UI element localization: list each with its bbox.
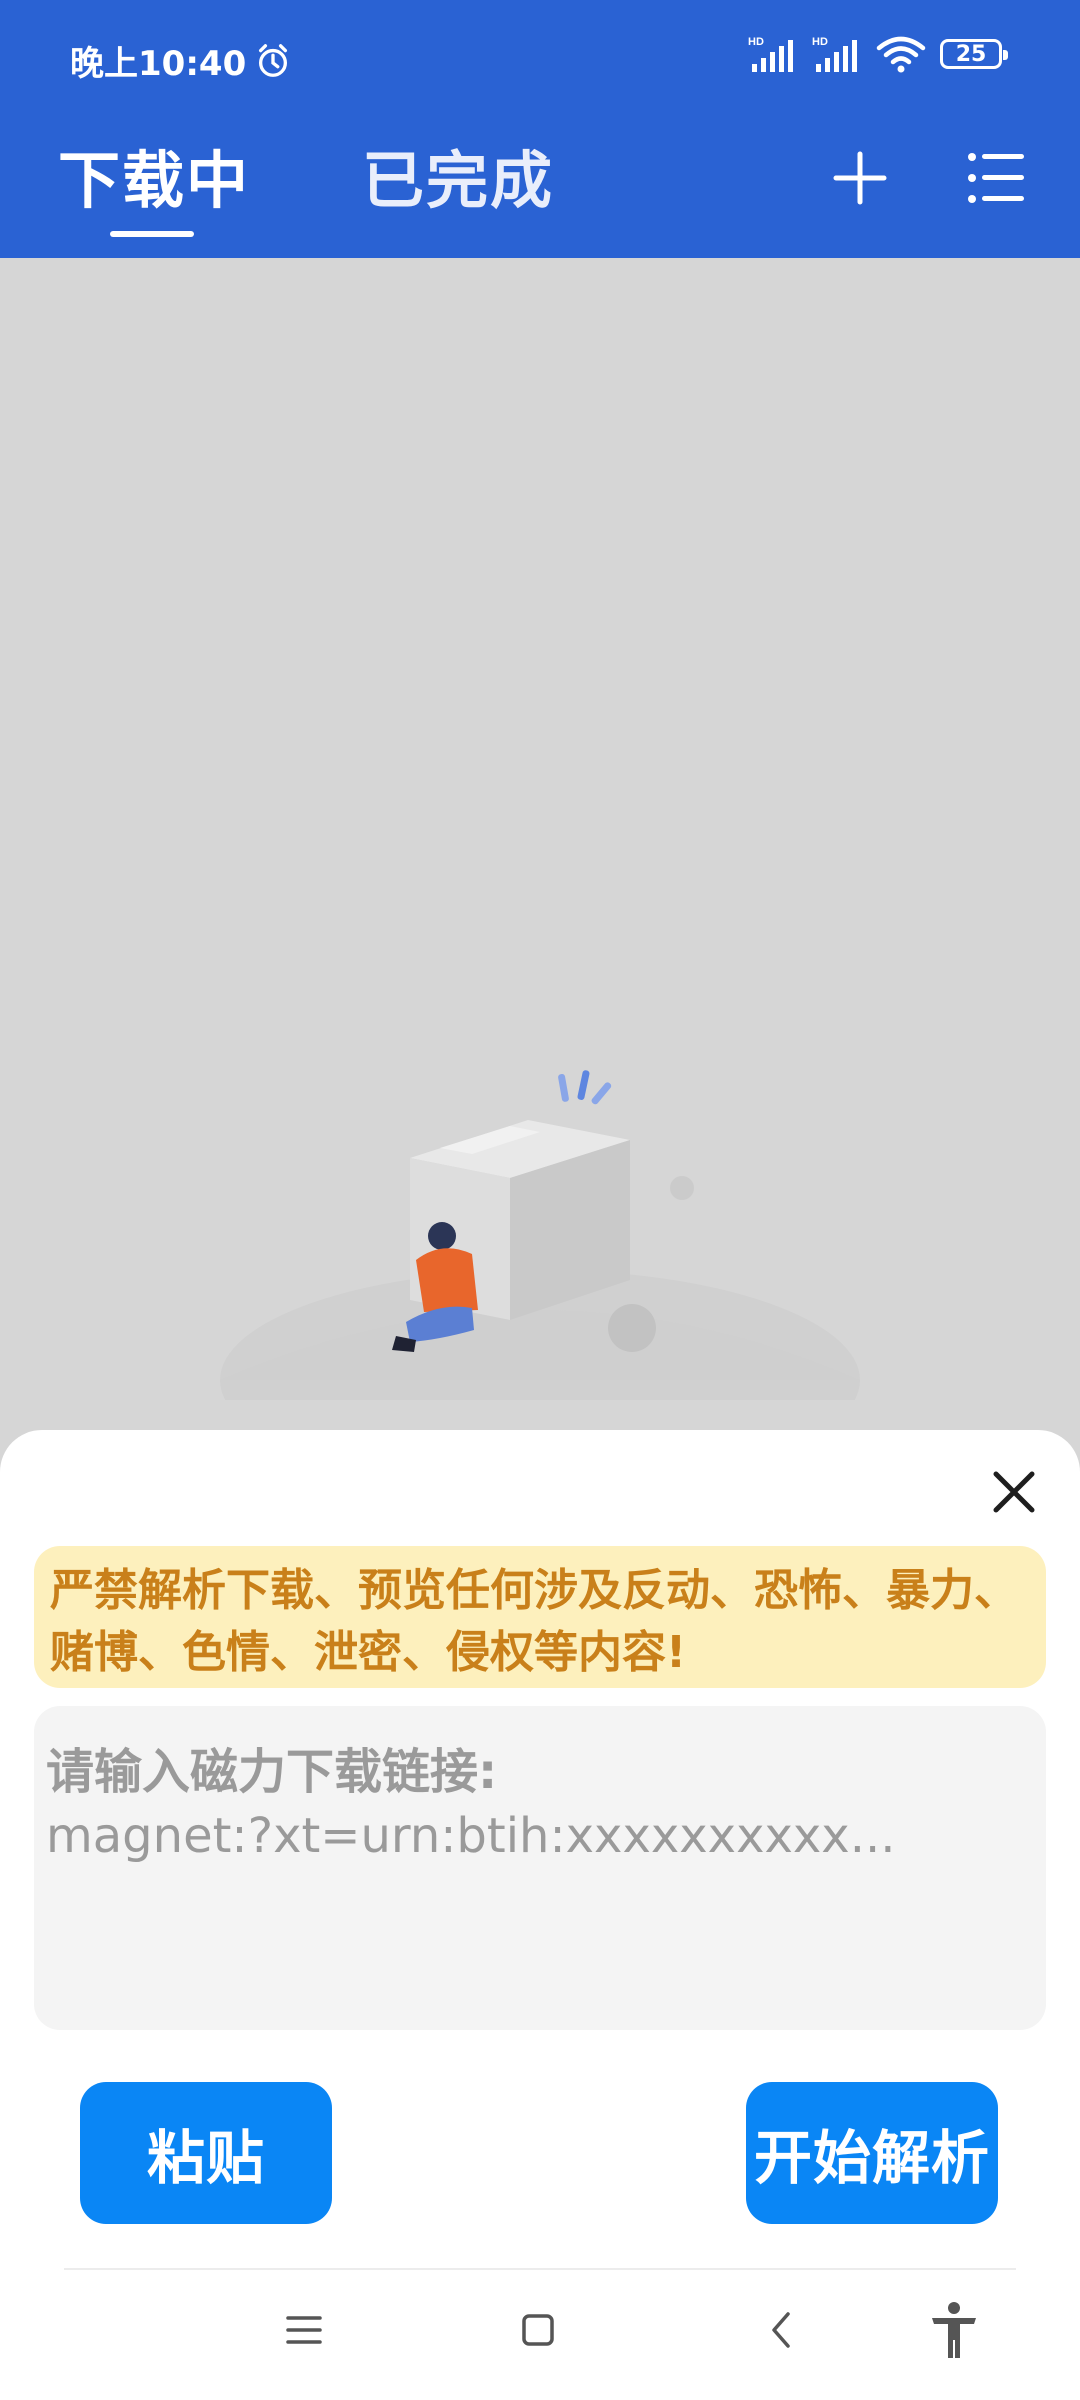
nav-menu-icon[interactable] [274, 2300, 334, 2360]
tab-completed[interactable]: 已完成 [362, 130, 554, 220]
nav-back-icon[interactable] [752, 2300, 812, 2360]
status-bar: 晚上10:40 HD HD 25 [0, 0, 1080, 118]
magnet-link-input[interactable]: 请输入磁力下载链接: magnet:?xt=urn:btih:xxxxxxxxx… [34, 1706, 1046, 2030]
tab-downloading[interactable]: 下载中 [58, 130, 250, 220]
start-parse-button[interactable]: 开始解析 [746, 2082, 998, 2224]
top-app-bar: 晚上10:40 HD HD 25 下载中 已完成 [0, 0, 1080, 258]
alarm-icon [259, 43, 288, 77]
input-placeholder-line1: 请输入磁力下载链接: [46, 1744, 498, 1800]
svg-text:HD: HD [812, 36, 828, 48]
active-tab-indicator [110, 231, 194, 237]
signal-icon: HD [748, 36, 793, 72]
battery-icon: 25 [940, 39, 1008, 69]
battery-level: 25 [955, 41, 987, 67]
close-icon[interactable] [984, 1462, 1044, 1522]
nav-divider [64, 2268, 1016, 2270]
empty-state-illustration [220, 1070, 860, 1400]
wifi-icon [876, 36, 926, 73]
signal-icon-2: HD [812, 36, 857, 72]
add-icon[interactable] [830, 148, 890, 208]
accessibility-icon[interactable] [924, 2300, 984, 2360]
paste-button[interactable]: 粘贴 [80, 2082, 332, 2224]
input-placeholder-line2: magnet:?xt=urn:btih:xxxxxxxxxx... [46, 1808, 896, 1864]
status-time: 晚上10:40 [70, 44, 247, 84]
status-time-group: 晚上10:40 [70, 36, 292, 85]
warning-text: 严禁解析下载、预览任何涉及反动、恐怖、暴力、赌博、色情、泄密、侵权等内容! [50, 1565, 1018, 1678]
warning-banner: 严禁解析下载、预览任何涉及反动、恐怖、暴力、赌博、色情、泄密、侵权等内容! [34, 1546, 1046, 1688]
svg-text:HD: HD [748, 36, 764, 48]
nav-home-icon[interactable] [508, 2300, 568, 2360]
menu-icon[interactable] [966, 148, 1026, 208]
status-icons: HD HD 25 [748, 34, 1008, 74]
